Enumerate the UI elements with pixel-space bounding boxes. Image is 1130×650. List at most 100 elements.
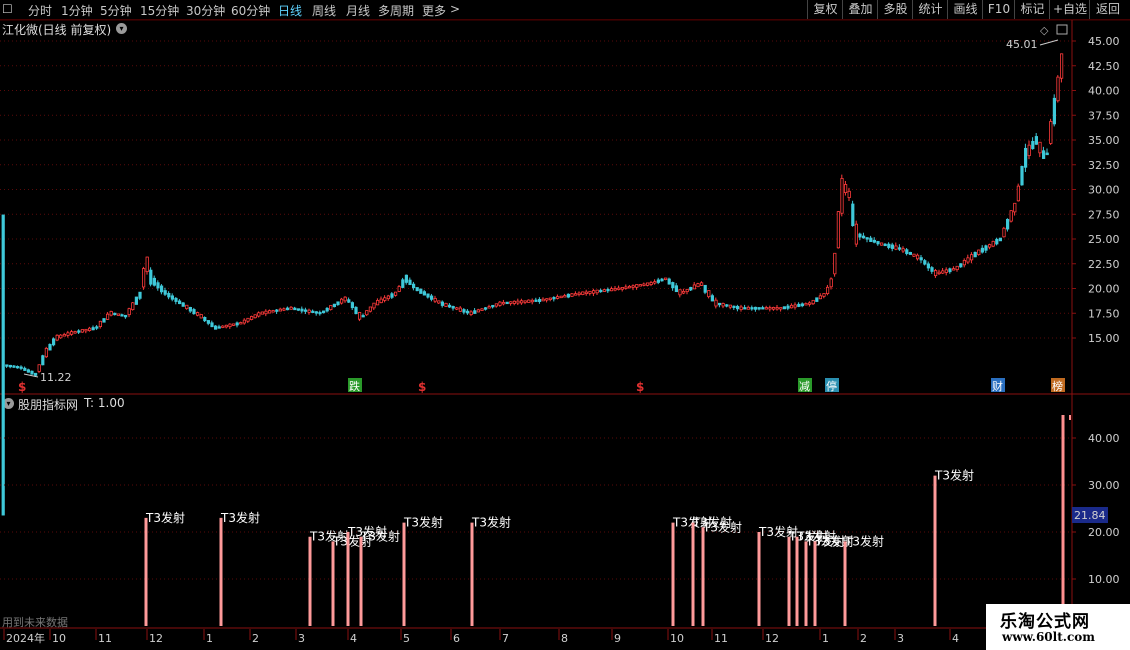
back-button[interactable]: 返回 <box>1089 0 1126 19</box>
tab-5min[interactable]: 5分钟 <box>100 2 132 19</box>
tab-60min[interactable]: 60分钟 <box>231 2 270 19</box>
tab-1min[interactable]: 1分钟 <box>61 2 93 19</box>
candle-body <box>339 298 344 304</box>
candle-body <box>674 285 679 293</box>
candle-body <box>185 304 189 310</box>
y-tick-label: 35.00 <box>1088 134 1120 147</box>
candle-body <box>419 288 423 294</box>
candle-body <box>303 309 308 312</box>
candle-body <box>980 247 985 253</box>
candle-body <box>520 300 524 304</box>
candle-body <box>462 309 466 313</box>
tab-multi-period[interactable]: 多周期 <box>378 2 414 19</box>
candle-body <box>628 285 632 289</box>
tab-15min[interactable]: 15分钟 <box>140 2 179 19</box>
chevron-down-icon[interactable]: ▾ <box>3 398 14 409</box>
candle-body <box>638 284 643 287</box>
candle-body <box>847 190 851 199</box>
candle-body <box>300 308 304 312</box>
candle-body <box>527 299 531 303</box>
watermark-url: www.60lt.com <box>1002 630 1095 644</box>
multi-stock-button[interactable]: 多股 <box>877 0 913 19</box>
candle-body <box>152 277 156 286</box>
candle-body <box>606 288 610 292</box>
candle-body <box>538 299 542 302</box>
candle-body <box>88 327 92 331</box>
candle-body <box>505 301 509 305</box>
candle-body <box>26 369 31 373</box>
candle-body <box>664 277 668 280</box>
x-tick-label: 12 <box>765 632 779 645</box>
candle-body <box>246 317 250 322</box>
signal-label: T3发射 <box>360 529 400 544</box>
candle-body <box>131 302 135 311</box>
candle-body <box>710 295 715 302</box>
tab-monthly[interactable]: 月线 <box>346 2 370 19</box>
tab-fenshi[interactable]: 分时 <box>28 2 52 19</box>
stats-button[interactable]: 统计 <box>912 0 948 19</box>
candle-body <box>177 300 182 305</box>
candle-body <box>192 309 196 315</box>
candle-body <box>577 292 581 295</box>
candle-body <box>926 263 931 269</box>
fuquan-button[interactable]: 复权 <box>807 0 843 19</box>
candle-body <box>1002 227 1006 238</box>
chevron-down-icon[interactable]: ▾ <box>116 23 127 34</box>
candle-body <box>934 270 938 277</box>
y-tick-label: 45.00 <box>1088 35 1120 48</box>
diamond-icon: ◇ <box>1040 24 1049 37</box>
draw-line-button[interactable]: 画线 <box>947 0 983 19</box>
candle-body <box>890 244 895 249</box>
candle-body <box>678 289 682 296</box>
tab-30min[interactable]: 30分钟 <box>186 2 225 19</box>
chevron-right-icon[interactable]: > <box>450 2 460 16</box>
low-pointer <box>23 373 39 378</box>
candle-body <box>786 305 790 309</box>
overlay-button[interactable]: 叠加 <box>842 0 878 19</box>
x-tick-label: 2 <box>860 632 867 645</box>
high-pointer <box>1039 39 1059 46</box>
stock-title: 江化微(日线 前复权) <box>2 23 112 37</box>
x-tick-label: 4 <box>952 632 959 645</box>
tab-weekly[interactable]: 周线 <box>312 2 336 19</box>
candle-body <box>494 303 499 307</box>
x-tick-label: 3 <box>897 632 904 645</box>
candle-body <box>375 300 380 306</box>
candle-body <box>267 310 272 314</box>
candle-body <box>163 290 167 295</box>
candle-body <box>113 312 117 316</box>
candle-body <box>768 307 772 310</box>
candle-body <box>289 306 293 310</box>
candle-body <box>174 297 178 302</box>
y-tick-label: 15.00 <box>1088 332 1120 345</box>
current-value-label: 21.84 <box>1074 509 1106 522</box>
tab-daily[interactable]: 日线 <box>278 2 302 19</box>
candle-body <box>1049 121 1053 144</box>
candle-body <box>840 178 844 214</box>
candle-body <box>455 307 459 310</box>
candle-body <box>833 252 837 275</box>
candle-body <box>826 286 830 295</box>
signal-label: T3发射 <box>220 510 260 525</box>
candle-body <box>1020 165 1024 186</box>
candle-body <box>822 293 826 297</box>
candle-body <box>872 239 877 243</box>
tab-more[interactable]: 更多 <box>422 2 446 19</box>
x-tick-label: 11 <box>98 632 112 645</box>
candle-body <box>1034 136 1038 145</box>
candle-body <box>278 308 283 312</box>
event-badge: 财 <box>992 379 1003 393</box>
candle-body <box>465 310 470 314</box>
candle-body <box>332 303 337 308</box>
signal-label: T3发射 <box>672 515 712 530</box>
candle-body <box>613 288 617 291</box>
candle-body <box>905 249 909 255</box>
add-watchlist-button[interactable]: +自选 <box>1049 0 1090 19</box>
candle-body <box>880 242 884 246</box>
f10-button[interactable]: F10 <box>982 0 1015 19</box>
x-tick-label: 11 <box>714 632 728 645</box>
x-tick-label: 2 <box>252 632 259 645</box>
candle-body <box>451 306 455 309</box>
mark-button[interactable]: 标记 <box>1014 0 1050 19</box>
main-y-axis-labels: 45.00 42.50 40.00 37.50 35.00 32.50 30.00 27.50… <box>1072 35 1120 345</box>
